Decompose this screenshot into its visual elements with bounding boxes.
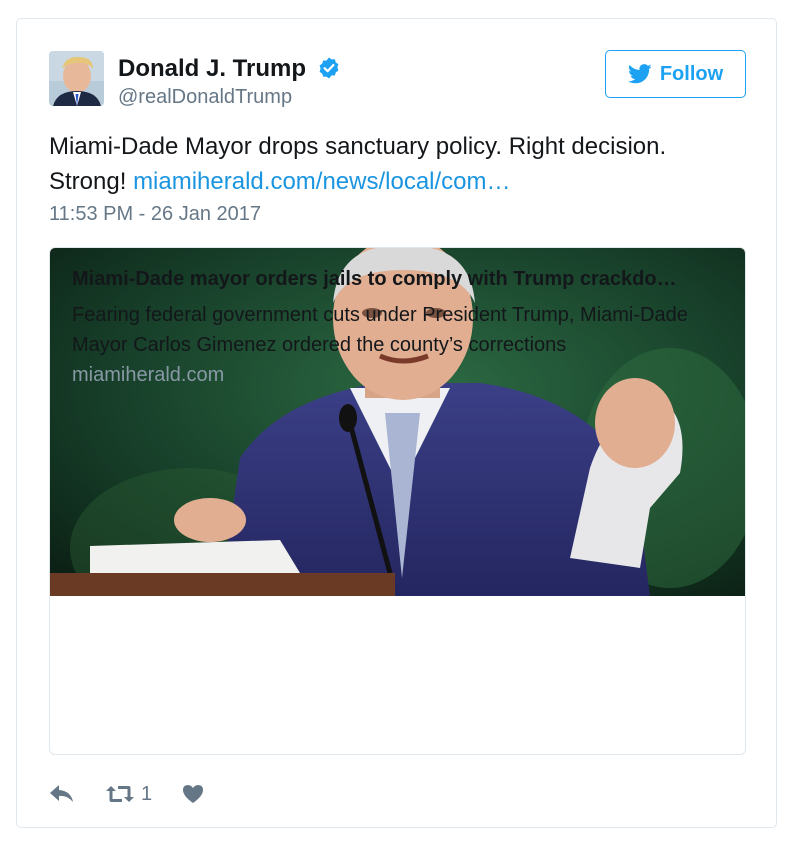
like-button[interactable] [182,784,204,804]
follow-button[interactable]: Follow [605,50,746,98]
reply-button[interactable] [49,784,75,804]
retweet-count: 1 [141,782,153,805]
card-title: Miami-Dade mayor orders jails to comply … [72,268,677,290]
retweet-icon [106,786,134,802]
screen-name[interactable]: @realDonaldTrump [118,86,292,109]
card-description: Fearing federal government cuts under Pr… [72,304,688,356]
link-preview-card[interactable]: Miami-Dade mayor orders jails to comply … [49,247,746,755]
follow-label: Follow [659,62,724,85]
tweet-text: Miami-Dade Mayor drops sanctuary policy.… [49,129,749,199]
embedded-tweet: Donald J. Trump @realDonaldTrump Follow … [16,18,777,828]
retweet-button[interactable]: 1 [105,783,152,806]
card-domain: miamiherald.com [72,364,225,386]
display-name[interactable]: Donald J. Trump [118,55,306,83]
tweet-actions: 1 [49,779,204,809]
verified-badge-icon [319,57,339,79]
heart-icon [183,785,204,803]
twitter-bird-icon [627,64,652,84]
tweet-timestamp[interactable]: 11:53 PM - 26 Jan 2017 [49,203,261,226]
avatar[interactable] [49,51,104,106]
reply-icon [50,785,73,802]
tweet-link[interactable]: miamiherald.com/news/local/com… [133,168,510,195]
